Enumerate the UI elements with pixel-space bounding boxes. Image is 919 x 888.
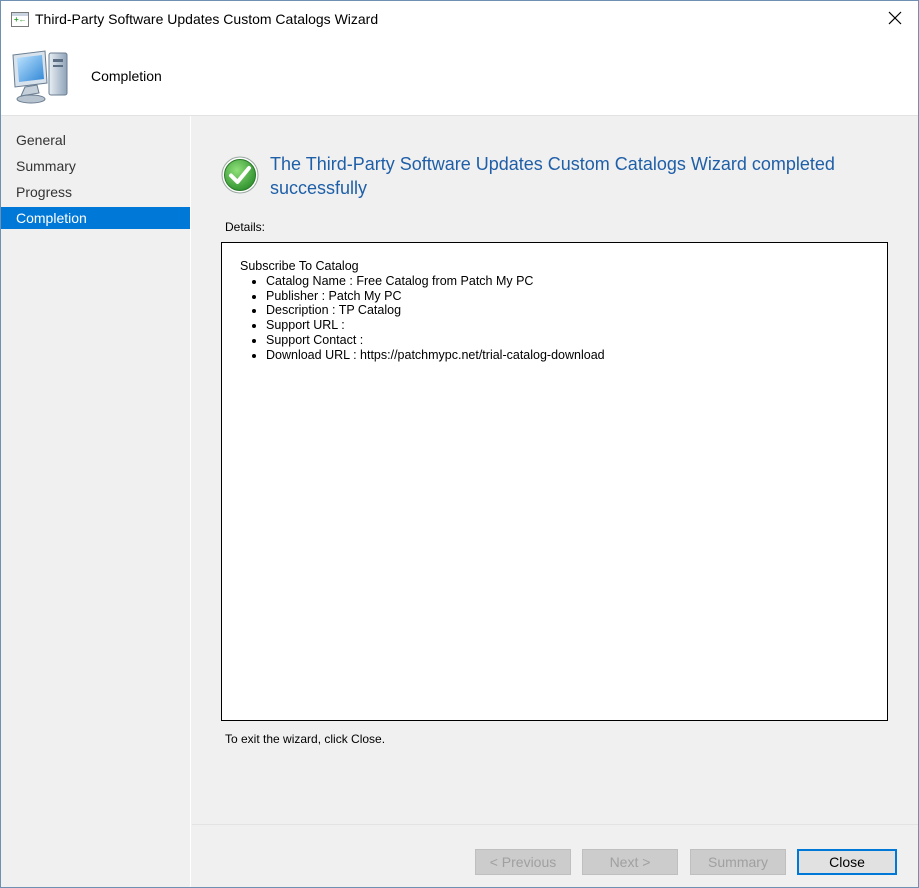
close-window-button[interactable] bbox=[872, 1, 918, 35]
wizard-header: Completion bbox=[1, 37, 918, 116]
details-item-description: Description : TP Catalog bbox=[266, 303, 869, 318]
details-item-catalog-name: Catalog Name : Free Catalog from Patch M… bbox=[266, 274, 869, 289]
nav-item-general[interactable]: General bbox=[1, 129, 190, 151]
wizard-window: Third-Party Software Updates Custom Cata… bbox=[0, 0, 919, 888]
wizard-footer: < Previous Next > Summary Close bbox=[192, 824, 918, 887]
details-item-publisher: Publisher : Patch My PC bbox=[266, 289, 869, 304]
nav-item-summary[interactable]: Summary bbox=[1, 155, 190, 177]
wizard-app-icon bbox=[11, 12, 29, 27]
wizard-nav: General Summary Progress Completion bbox=[1, 116, 191, 887]
success-message: The Third-Party Software Updates Custom … bbox=[270, 154, 835, 198]
green-checkmark-icon bbox=[221, 156, 259, 194]
title-bar: Third-Party Software Updates Custom Cata… bbox=[1, 1, 918, 37]
close-button[interactable]: Close bbox=[797, 849, 897, 875]
computer-monitor-icon bbox=[12, 50, 68, 104]
details-item-support-url: Support URL : bbox=[266, 318, 869, 333]
details-box[interactable]: Subscribe To Catalog Catalog Name : Free… bbox=[221, 242, 888, 721]
details-item-download-url: Download URL : https://patchmypc.net/tri… bbox=[266, 348, 869, 363]
details-item-support-contact: Support Contact : bbox=[266, 333, 869, 348]
nav-item-completion[interactable]: Completion bbox=[1, 207, 190, 229]
summary-button[interactable]: Summary bbox=[690, 849, 786, 875]
previous-button[interactable]: < Previous bbox=[475, 849, 571, 875]
details-label: Details: bbox=[225, 220, 266, 234]
exit-hint: To exit the wizard, click Close. bbox=[225, 732, 386, 746]
nav-item-progress[interactable]: Progress bbox=[1, 181, 190, 203]
next-button[interactable]: Next > bbox=[582, 849, 678, 875]
details-list: Catalog Name : Free Catalog from Patch M… bbox=[240, 274, 869, 363]
details-heading: Subscribe To Catalog bbox=[240, 259, 359, 273]
wizard-content: The Third-Party Software Updates Custom … bbox=[192, 116, 918, 824]
window-title: Third-Party Software Updates Custom Cata… bbox=[35, 11, 379, 27]
close-icon bbox=[888, 11, 902, 25]
page-title: Completion bbox=[91, 68, 162, 84]
